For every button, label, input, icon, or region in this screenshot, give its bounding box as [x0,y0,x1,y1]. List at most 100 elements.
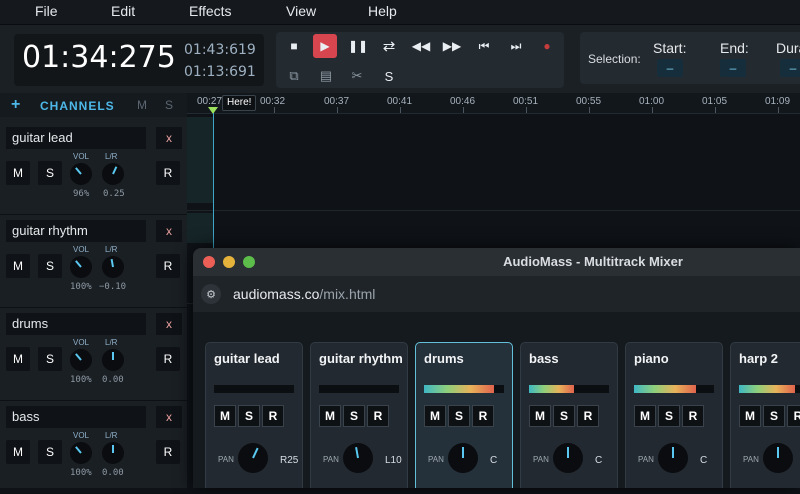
strip-pan-knob[interactable] [238,443,268,473]
strip-record-button[interactable]: R [262,405,284,427]
waveform-guitar-lead[interactable] [187,117,213,203]
menu-file[interactable]: File [35,3,58,19]
strip-pan-value: C [490,455,498,466]
mute-button[interactable]: M [6,347,30,371]
solo-button[interactable]: S [38,347,62,371]
solo-all-button[interactable]: S [165,98,173,112]
mixer-strip[interactable]: guitar rhythm M S R PAN L10 [310,342,408,488]
remove-channel-button[interactable]: x [156,406,182,428]
strip-mute-button[interactable]: M [424,405,446,427]
site-settings-icon[interactable]: ⚙ [201,284,221,304]
mixer-strip[interactable]: drums M S R PAN C [415,342,513,488]
address-bar[interactable]: ⚙ audiomass.co/mix.html [193,276,800,313]
total-time: 01:43:619 [184,42,256,58]
solo-button[interactable]: S [38,440,62,464]
menu-effects[interactable]: Effects [189,3,232,19]
record-arm-button[interactable]: R [156,440,180,464]
mixer-strip[interactable]: bass M S R PAN C [520,342,618,488]
add-channel-button[interactable]: + [11,96,20,114]
remove-channel-button[interactable]: x [156,220,182,242]
strip-solo-button[interactable]: S [448,405,470,427]
strip-record-button[interactable]: R [472,405,494,427]
lr-label: L/R [105,431,118,440]
pan-knob[interactable] [102,349,124,371]
pan-knob[interactable] [102,256,124,278]
silence-button[interactable]: S [379,66,399,86]
record-arm-button[interactable]: R [156,254,180,278]
mixer-strip[interactable]: harp 2MSRPANC [730,342,800,488]
pan-knob[interactable] [102,442,124,464]
url-host: audiomass.co [233,286,320,302]
time-ruler[interactable]: 00:27 00:32 00:37 00:41 00:46 00:51 00:5… [187,93,800,114]
strip-solo-button[interactable]: S [658,405,680,427]
channel-name[interactable]: guitar rhythm [6,220,146,242]
start-field[interactable]: – [657,59,683,77]
strip-solo-button[interactable]: S [238,405,260,427]
strip-record-button[interactable]: R [367,405,389,427]
record-arm-button[interactable]: R [156,347,180,371]
record-arm-button[interactable]: R [156,161,180,185]
menu-view[interactable]: View [286,3,316,19]
solo-button[interactable]: S [38,161,62,185]
strip-pan-knob[interactable] [763,443,793,473]
strip-pan-knob[interactable] [343,443,373,473]
menu-help[interactable]: Help [368,3,397,19]
volume-knob[interactable] [70,442,92,464]
channel-name[interactable]: guitar lead [6,127,146,149]
ruler-tick [400,107,401,113]
remove-channel-button[interactable]: x [156,313,182,335]
stop-button[interactable]: ■ [282,34,306,58]
mixer-strip[interactable]: guitar lead M S R PAN R25 [205,342,303,488]
skip-end-button[interactable]: ⏭ [504,34,528,58]
volume-knob[interactable] [70,349,92,371]
mute-button[interactable]: M [6,161,30,185]
rewind-button[interactable]: ◀◀ [409,34,433,58]
marker-label[interactable]: Here! [222,95,257,111]
copy-button[interactable]: ⧉ [284,66,304,86]
mute-all-button[interactable]: M [137,98,147,112]
strip-pan-knob[interactable] [448,443,478,473]
mixer-strip[interactable]: piano M S R PAN C [625,342,723,488]
pan-knob[interactable] [102,163,124,185]
channel-name[interactable]: drums [6,313,146,335]
level-meter [424,385,504,393]
end-label: End: [720,40,749,56]
volume-knob[interactable] [70,256,92,278]
pan-label: PAN [428,455,444,464]
strip-mute-button[interactable]: M [214,405,236,427]
cut-button[interactable]: ✂ [347,66,367,86]
remove-channel-button[interactable]: x [156,127,182,149]
play-button[interactable]: ▶ [313,34,337,58]
strip-pan-knob[interactable] [658,443,688,473]
volume-knob[interactable] [70,163,92,185]
channel-name[interactable]: bass [6,406,146,428]
forward-button[interactable]: ▶▶ [440,34,464,58]
strip-mute-button[interactable]: M [319,405,341,427]
paste-button[interactable]: ▤ [316,66,336,86]
strip-pan-knob[interactable] [553,443,583,473]
waveform-guitar-rhythm[interactable] [187,213,213,243]
menu-edit[interactable]: Edit [111,3,135,19]
strip-mute-button[interactable]: M [739,405,761,427]
level-meter [739,385,800,393]
strip-mute-button[interactable]: M [634,405,656,427]
solo-button[interactable]: S [38,254,62,278]
strip-solo-button[interactable]: S [343,405,365,427]
strip-record-button[interactable]: R [577,405,599,427]
strip-mute-button[interactable]: M [529,405,551,427]
strip-record-button[interactable]: R [787,405,800,427]
end-field[interactable]: – [720,59,746,77]
mute-button[interactable]: M [6,440,30,464]
pause-button[interactable]: ❚❚ [346,34,370,58]
url-text[interactable]: audiomass.co/mix.html [233,286,375,302]
record-button[interactable]: ● [535,34,559,58]
strip-solo-button[interactable]: S [763,405,785,427]
mute-button[interactable]: M [6,254,30,278]
strip-record-button[interactable]: R [682,405,704,427]
strip-solo-button[interactable]: S [553,405,575,427]
loop-button[interactable]: ⇄ [377,34,401,58]
duration-field[interactable]: – [780,59,800,77]
ruler-label: 00:37 [324,96,350,107]
pan-label: PAN [218,455,234,464]
skip-start-button[interactable]: ⏮ [472,34,496,58]
